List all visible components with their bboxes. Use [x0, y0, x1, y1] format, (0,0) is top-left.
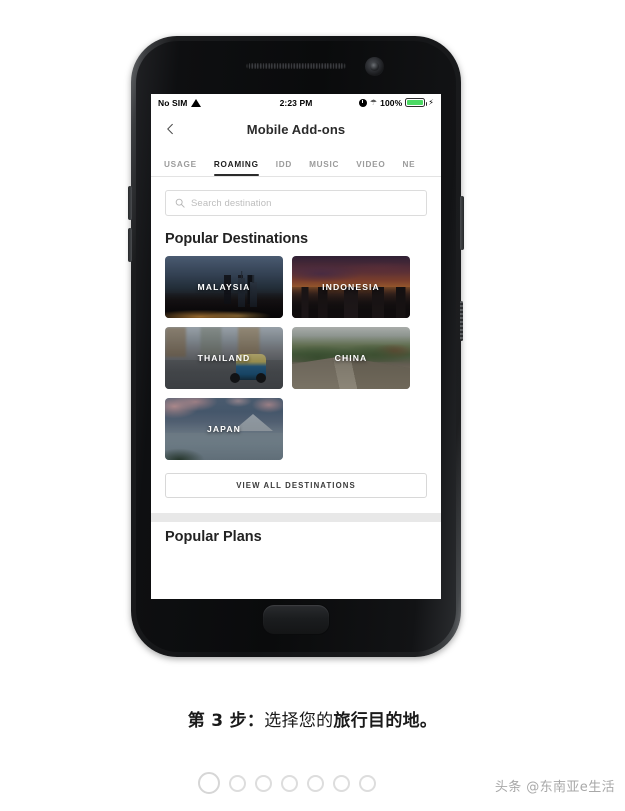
front-camera	[365, 57, 384, 76]
antenna-strip	[460, 301, 463, 341]
step-dot[interactable]	[229, 774, 246, 792]
power-button[interactable]	[460, 196, 464, 250]
destination-card-thailand[interactable]: THAILAND	[165, 327, 283, 389]
tab-roaming[interactable]: ROAMING	[213, 160, 259, 176]
tab-video[interactable]: VIDEO	[356, 160, 385, 176]
charging-bolt-icon: ⚡	[428, 97, 435, 107]
tab-usage[interactable]: USAGE	[164, 160, 197, 176]
wifi-icon	[191, 98, 202, 107]
search-input-placeholder: Search destination	[191, 197, 272, 209]
bluetooth-icon: ☂	[369, 97, 378, 107]
carrier-label: No SIM	[158, 97, 188, 108]
volume-up-button[interactable]	[128, 186, 132, 220]
caption-step-prefix: 第 3 步：	[187, 711, 265, 731]
tab-bar: USAGE ROAMING IDD MUSIC VIDEO NE	[151, 147, 441, 177]
page-title: Mobile Add-ons	[246, 121, 346, 137]
step-dot[interactable]	[359, 774, 376, 792]
tab-idd[interactable]: IDD	[276, 160, 292, 176]
alarm-clock-icon	[358, 98, 367, 107]
next-section-heading: Popular Plans	[165, 529, 262, 545]
tab-music[interactable]: MUSIC	[309, 160, 339, 176]
volume-down-button[interactable]	[128, 228, 132, 262]
search-field[interactable]: Search destination	[165, 190, 427, 216]
caption-emphasis: 旅行目的地。	[333, 711, 438, 731]
destination-label: THAILAND	[197, 353, 251, 363]
destination-card-japan[interactable]: JAPAN	[165, 398, 283, 460]
next-section: Popular Plans	[151, 522, 441, 545]
step-caption: 第 3 步：选择您的旅行目的地。	[0, 706, 625, 731]
step-dot[interactable]	[255, 774, 272, 792]
destination-label: MALAYSIA	[197, 282, 251, 292]
battery-icon	[405, 98, 428, 107]
phone-screen: No SIM 2:23 PM ☂ 100% ⚡ Mobile Add-ons U…	[151, 94, 441, 599]
step-dot[interactable]	[333, 774, 350, 792]
step-indicator-dots	[198, 772, 376, 794]
step-dot[interactable]	[198, 772, 220, 794]
earpiece-speaker	[246, 63, 346, 69]
battery-percent-label: 100%	[380, 97, 403, 108]
status-bar: No SIM 2:23 PM ☂ 100% ⚡	[151, 94, 441, 111]
phone-device: No SIM 2:23 PM ☂ 100% ⚡ Mobile Add-ons U…	[128, 36, 464, 657]
caption-middle: 选择您的	[264, 711, 334, 731]
search-icon	[175, 198, 185, 208]
view-all-destinations-button[interactable]: VIEW ALL DESTINATIONS	[165, 473, 427, 498]
watermark: 头条 @东南亚e生活	[494, 780, 615, 795]
destination-label: CHINA	[334, 353, 368, 363]
destination-card-china[interactable]: CHINA	[292, 327, 410, 389]
section-heading: Popular Destinations	[165, 231, 309, 247]
destination-label: JAPAN	[207, 424, 241, 434]
destination-card-indonesia[interactable]: INDONESIA	[292, 256, 410, 318]
status-bar-right: ☂ 100% ⚡	[312, 98, 434, 108]
step-dot[interactable]	[281, 774, 298, 792]
app-nav-bar: Mobile Add-ons	[151, 111, 441, 147]
status-time: 2:23 PM	[279, 97, 313, 108]
step-dot[interactable]	[307, 774, 324, 792]
status-bar-left: No SIM	[158, 98, 280, 108]
back-chevron-icon[interactable]	[165, 123, 176, 135]
destinations-grid: MALAYSIA INDONESIA THAILAND CHINA JAPAN	[165, 256, 427, 460]
page-root: No SIM 2:23 PM ☂ 100% ⚡ Mobile Add-ons U…	[0, 0, 625, 811]
screen-content: Search destination Popular Destinations …	[151, 177, 441, 498]
destination-label: INDONESIA	[322, 282, 380, 292]
destination-card-malaysia[interactable]: MALAYSIA	[165, 256, 283, 318]
tab-news[interactable]: NE	[402, 160, 415, 176]
home-button[interactable]	[263, 605, 329, 634]
section-divider-band	[151, 513, 441, 522]
